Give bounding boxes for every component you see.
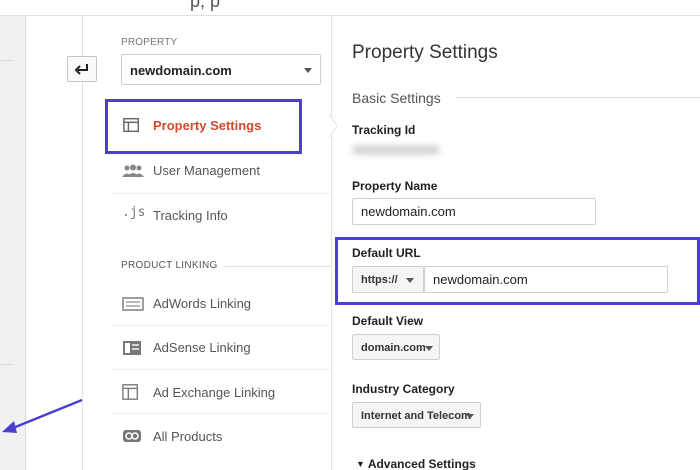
caret-down-icon: ▼ xyxy=(356,459,365,469)
section-divider xyxy=(455,97,700,98)
nav-item-label: AdSense Linking xyxy=(153,340,251,355)
top-bar-partial-text: p, p xyxy=(190,0,221,11)
industry-category-select[interactable]: Internet and Telecom xyxy=(352,402,481,428)
top-bar xyxy=(0,0,700,16)
chevron-down-icon xyxy=(304,68,312,73)
tracking-id-label: Tracking Id xyxy=(352,123,416,137)
property-select-value: newdomain.com xyxy=(130,63,232,78)
default-view-select[interactable]: domain.com xyxy=(352,334,440,360)
active-pointer xyxy=(329,114,338,138)
industry-category-value: Internet and Telecom xyxy=(361,410,471,422)
industry-category-label: Industry Category xyxy=(352,382,455,396)
annotation-arrow xyxy=(2,398,83,433)
back-button[interactable] xyxy=(67,56,97,82)
property-name-input[interactable] xyxy=(352,198,596,225)
advanced-settings-label: Advanced Settings xyxy=(367,457,476,470)
highlight-box-default-url xyxy=(335,237,700,305)
link-icon xyxy=(123,430,141,442)
tracking-id-value-redacted xyxy=(352,145,440,155)
adsense-icon xyxy=(123,341,141,355)
users-icon xyxy=(122,164,144,177)
highlight-box-property-settings xyxy=(105,99,302,154)
nav-item-ad-exchange-linking[interactable]: Ad Exchange Linking xyxy=(105,370,331,414)
nav-item-label: Tracking Info xyxy=(153,208,228,223)
chevron-down-icon xyxy=(425,346,433,351)
default-view-label: Default View xyxy=(352,314,424,328)
default-view-value: domain.com xyxy=(361,342,426,354)
nav-item-adwords-linking[interactable]: AdWords Linking xyxy=(105,282,331,326)
nav-item-user-management[interactable]: User Management xyxy=(105,149,331,193)
return-arrow-icon xyxy=(74,64,88,75)
adwords-icon xyxy=(122,297,144,311)
property-name-label: Property Name xyxy=(352,179,438,193)
js-icon: .js xyxy=(122,205,146,220)
product-linking-label: PRODUCT LINKING xyxy=(121,260,218,271)
section-divider xyxy=(225,266,331,267)
nav-item-label: All Products xyxy=(153,429,223,444)
ad-exchange-icon xyxy=(122,384,138,400)
nav-item-all-products[interactable]: All Products xyxy=(105,414,331,458)
nav-item-adsense-linking[interactable]: AdSense Linking xyxy=(105,326,331,370)
chevron-down-icon xyxy=(466,414,474,419)
basic-settings-heading: Basic Settings xyxy=(352,90,441,106)
nav-item-label: AdWords Linking xyxy=(153,296,252,311)
property-label: PROPERTY xyxy=(121,37,178,48)
page-title: Property Settings xyxy=(352,42,498,63)
nav-item-label: User Management xyxy=(153,163,260,178)
advanced-settings-toggle[interactable]: ▼ Advanced Settings xyxy=(356,457,476,470)
nav-item-tracking-info[interactable]: .js Tracking Info xyxy=(105,193,331,237)
nav-item-label: Ad Exchange Linking xyxy=(153,385,276,400)
property-select[interactable]: newdomain.com xyxy=(121,54,321,85)
gutter-divider xyxy=(0,60,12,61)
gutter-divider xyxy=(0,364,12,365)
